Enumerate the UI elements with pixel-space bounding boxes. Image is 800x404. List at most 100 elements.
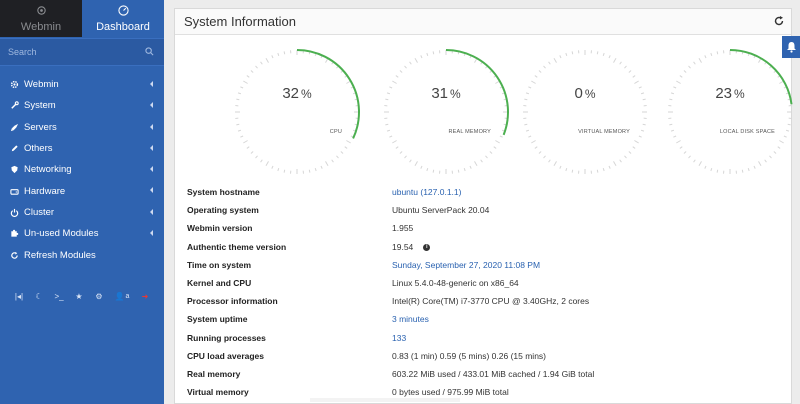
tab-webmin[interactable]: Webmin <box>0 0 82 37</box>
gauge-label: VIRTUAL MEMORY <box>578 129 630 135</box>
star-icon[interactable]: ★ <box>71 289 87 303</box>
sidebar-item-hardware[interactable]: Hardware <box>0 180 164 201</box>
sidebar-item-label: Hardware <box>24 185 66 197</box>
gauge-tick <box>320 165 323 169</box>
cogs-icon[interactable]: ⚙ <box>91 289 107 303</box>
sidebar-item-networking[interactable]: Networking <box>0 159 164 180</box>
gauge-tick <box>693 159 696 163</box>
notifications-button[interactable] <box>782 36 800 58</box>
chevron-left-icon <box>150 144 153 151</box>
chevron-left-icon <box>150 81 153 87</box>
gauge-unit: % <box>584 87 596 101</box>
page-title: System Information <box>184 14 296 29</box>
refresh-icon[interactable] <box>773 15 785 27</box>
gauge-tick <box>255 65 258 69</box>
gauge-value: 31 <box>431 85 448 102</box>
puzzle-icon <box>9 229 19 239</box>
info-icon[interactable]: i <box>423 243 431 251</box>
info-value-link[interactable]: ubuntu (127.0.1.1) <box>392 187 461 197</box>
chevron-left-icon <box>150 166 153 173</box>
gauge-tick <box>399 151 403 154</box>
gauge-tick <box>565 167 568 172</box>
user-icon[interactable]: 👤 a <box>111 289 133 303</box>
info-key: Operating system <box>187 205 259 216</box>
refresh-icon <box>9 250 19 260</box>
info-key: Real memory <box>187 368 241 379</box>
gauge-tick <box>704 165 707 169</box>
moon-icon[interactable]: ☾ <box>31 289 47 303</box>
info-value-link[interactable]: Sunday, September 27, 2020 11:08 PM <box>392 260 540 270</box>
terminal-icon[interactable]: >_ <box>51 289 67 303</box>
info-row: System hostname ubuntu (127.0.1.1) <box>187 185 787 203</box>
wrench-icon <box>9 101 19 111</box>
gauge-tick <box>432 169 435 173</box>
collapse-icon[interactable]: |◂| <box>11 289 27 303</box>
sidebar-item-system[interactable]: System <box>0 95 164 116</box>
sidebar-item-unused-modules[interactable]: Un-used Modules <box>0 223 164 244</box>
gauge-tick <box>283 51 286 55</box>
gauge-tick <box>769 155 772 159</box>
sidebar-item-label: System <box>24 100 56 112</box>
hdd-icon <box>9 186 19 196</box>
gauge-tick <box>548 159 551 163</box>
gauge-tick <box>420 55 423 59</box>
gauge-tick <box>463 167 466 172</box>
search-input[interactable] <box>0 39 164 65</box>
gauge-tick <box>277 167 280 172</box>
info-row: System uptime 3 minutes <box>187 312 787 330</box>
logout-icon[interactable]: ➜ <box>137 289 153 303</box>
gauge-local-disk-space: 23% LOCAL DISK SPACE <box>665 47 795 177</box>
gauge-dial <box>668 49 793 174</box>
gauge-tick <box>553 58 557 63</box>
info-row: Processor information Intel(R) Core(TM) i… <box>187 294 787 312</box>
search-icon[interactable] <box>145 47 154 56</box>
gauge-tick <box>777 146 781 149</box>
gauge-unit: % <box>734 87 745 101</box>
gauge-tick <box>389 135 393 138</box>
dashboard-icon <box>117 4 129 19</box>
gauge-real-memory: 31% REAL MEMORY <box>381 47 511 177</box>
sidebar-item-refresh-modules[interactable]: Refresh Modules <box>0 244 164 265</box>
gauge-tick <box>710 52 713 57</box>
gauge-tick <box>698 58 702 63</box>
gauge-tick <box>710 167 713 172</box>
gauge-tick <box>524 123 528 126</box>
gauge-label: LOCAL DISK SPACE <box>719 129 775 135</box>
gauge-tick <box>426 167 429 172</box>
gauge-tick <box>559 55 562 59</box>
gauge-tick <box>624 155 627 159</box>
gauge-tick <box>538 70 542 73</box>
gear-icon <box>9 80 19 90</box>
tab-dashboard-label: Dashboard <box>96 20 150 33</box>
system-information-panel: System Information 32% CPU 31% REAL MEMO… <box>174 8 795 404</box>
gauge-tick <box>608 55 611 59</box>
gauge-tick <box>531 80 536 84</box>
gauge-tick <box>628 151 632 154</box>
gauge-tick <box>392 80 397 84</box>
info-key: System uptime <box>187 314 248 325</box>
gauge-tick <box>457 169 460 173</box>
gauge-tick <box>340 151 344 154</box>
gauge-tick <box>716 51 719 55</box>
gauge-tick <box>346 140 351 144</box>
sidebar-item-label: Servers <box>24 121 57 133</box>
info-value-link[interactable]: 133 <box>392 333 406 343</box>
gauge-tick <box>485 155 488 159</box>
gauge-tick <box>693 61 696 65</box>
gauge-tick <box>243 80 248 84</box>
chevron-left-icon <box>150 187 153 194</box>
gauge-tick <box>548 61 551 65</box>
sidebar-search <box>0 38 164 66</box>
gauge-dial <box>523 50 647 174</box>
sidebar-item-servers[interactable]: Servers <box>0 117 164 138</box>
gauge-tick <box>265 58 269 63</box>
gauge-tick <box>480 159 483 163</box>
tab-dashboard[interactable]: Dashboard <box>82 0 164 37</box>
horizontal-scrollbar[interactable] <box>310 398 460 402</box>
info-row: Operating system Ubuntu ServerPack 20.04 <box>187 203 787 221</box>
info-value-link[interactable]: 3 minutes <box>392 314 429 324</box>
sidebar-item-others[interactable]: Others <box>0 138 164 159</box>
sidebar-item-webmin[interactable]: Webmin <box>0 74 164 95</box>
sidebar-item-cluster[interactable]: Cluster <box>0 202 164 223</box>
info-row: Time on system Sunday, September 27, 2020… <box>187 258 787 276</box>
